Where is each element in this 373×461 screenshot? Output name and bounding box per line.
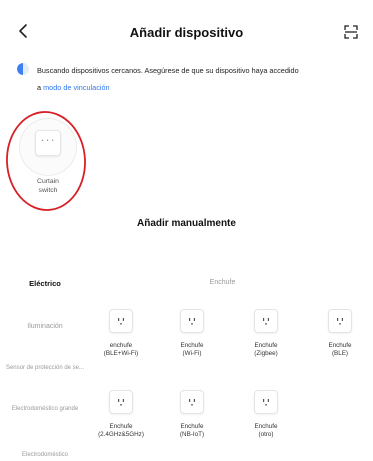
category-electrico[interactable]: Eléctrico	[0, 280, 90, 288]
category-iluminacion[interactable]: Iluminación	[0, 323, 90, 331]
annotation-ring	[6, 111, 86, 211]
plug-icon	[109, 309, 133, 333]
plug-icon	[328, 309, 352, 333]
header: Añadir dispositivo	[0, 0, 373, 62]
plug-item-wifi[interactable]: Enchufe (Wi-Fi)	[162, 309, 222, 358]
pairing-mode-link[interactable]: modo de vinculación	[43, 83, 110, 92]
plug-item-ble-wifi[interactable]: enchufe (BLE+Wi-Fi)	[91, 309, 151, 358]
plug-item-nb-iot[interactable]: Enchufe (NB-IoT)	[162, 390, 222, 439]
plug-icon	[254, 309, 278, 333]
category-electrodomestico-grande[interactable]: Electrodoméstico grande	[5, 405, 85, 413]
notice-text: Buscando dispositivos cercanos. Asegúres…	[37, 66, 299, 75]
page-title: Añadir dispositivo	[129, 25, 244, 40]
searching-spinner-icon	[17, 63, 29, 75]
plug-icon	[180, 309, 204, 333]
plug-icon	[109, 390, 133, 414]
scan-icon[interactable]	[343, 24, 359, 40]
notice-line2: a modo de vinculación	[37, 79, 110, 96]
section-title-enchufe: Enchufe	[209, 279, 236, 286]
category-sensor-proteccion[interactable]: Sensor de protección de se...	[5, 364, 85, 372]
plug-icon	[254, 390, 278, 414]
category-electrodomestico[interactable]: Electrodoméstico	[5, 451, 85, 459]
plug-icon	[180, 390, 204, 414]
plug-item-zigbee[interactable]: Enchufe (Zigbee)	[236, 309, 296, 358]
plug-item-2-4ghz-5ghz[interactable]: Enchufe (2.4GHz&5GHz)	[91, 390, 151, 439]
plug-item-ble[interactable]: Enchufe (BLE)	[310, 309, 370, 358]
manual-add-title: Añadir manualmente	[137, 218, 236, 229]
plug-item-otro[interactable]: Enchufe (otro)	[236, 390, 296, 439]
add-device-screen: Añadir dispositivo Buscando dispositivos…	[0, 0, 373, 461]
